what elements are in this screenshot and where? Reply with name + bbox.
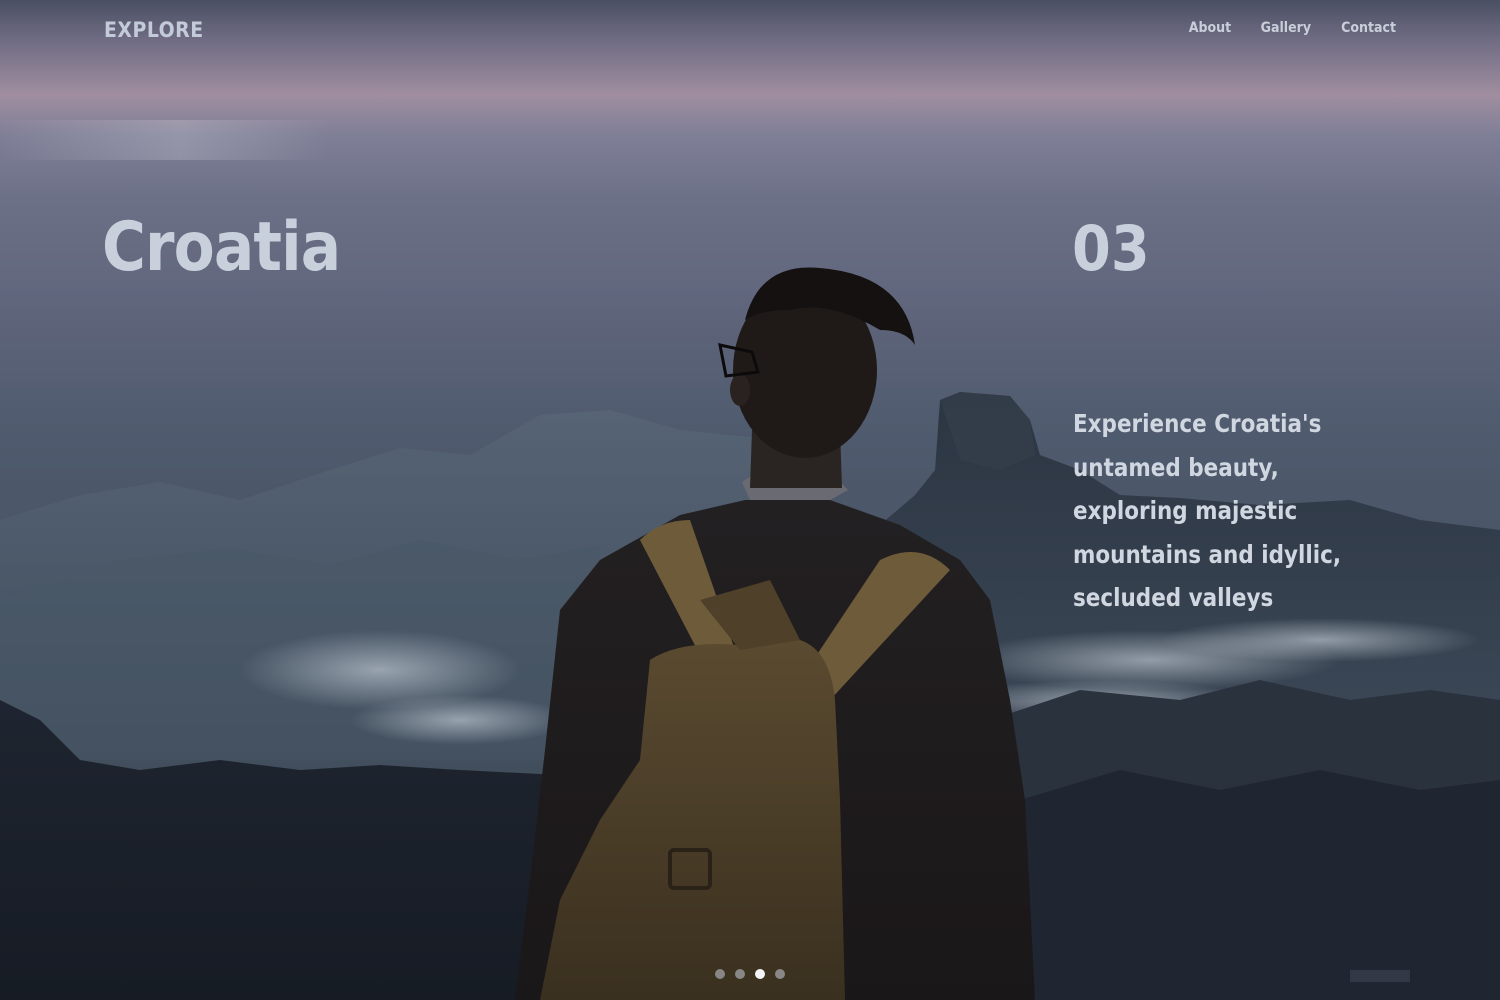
- nav-link-about[interactable]: About: [1189, 20, 1231, 36]
- nav-link-contact[interactable]: Contact: [1341, 20, 1396, 36]
- slide-number: 03: [1072, 212, 1150, 285]
- brand-logo[interactable]: EXPLORE: [104, 18, 204, 42]
- hero-description: Experience Croatia's untamed beauty, exp…: [1073, 409, 1342, 612]
- slider-dot-1[interactable]: [715, 969, 725, 979]
- top-navigation: EXPLORE About Gallery Contact: [0, 0, 1500, 60]
- slider-pagination: [715, 969, 785, 979]
- slider-dot-2[interactable]: [735, 969, 745, 979]
- slider-dot-4[interactable]: [775, 969, 785, 979]
- nav-links: About Gallery Contact: [1184, 20, 1396, 36]
- slider-dot-3[interactable]: [755, 969, 765, 979]
- page-title: Croatia: [102, 208, 341, 287]
- nav-link-gallery[interactable]: Gallery: [1261, 20, 1311, 36]
